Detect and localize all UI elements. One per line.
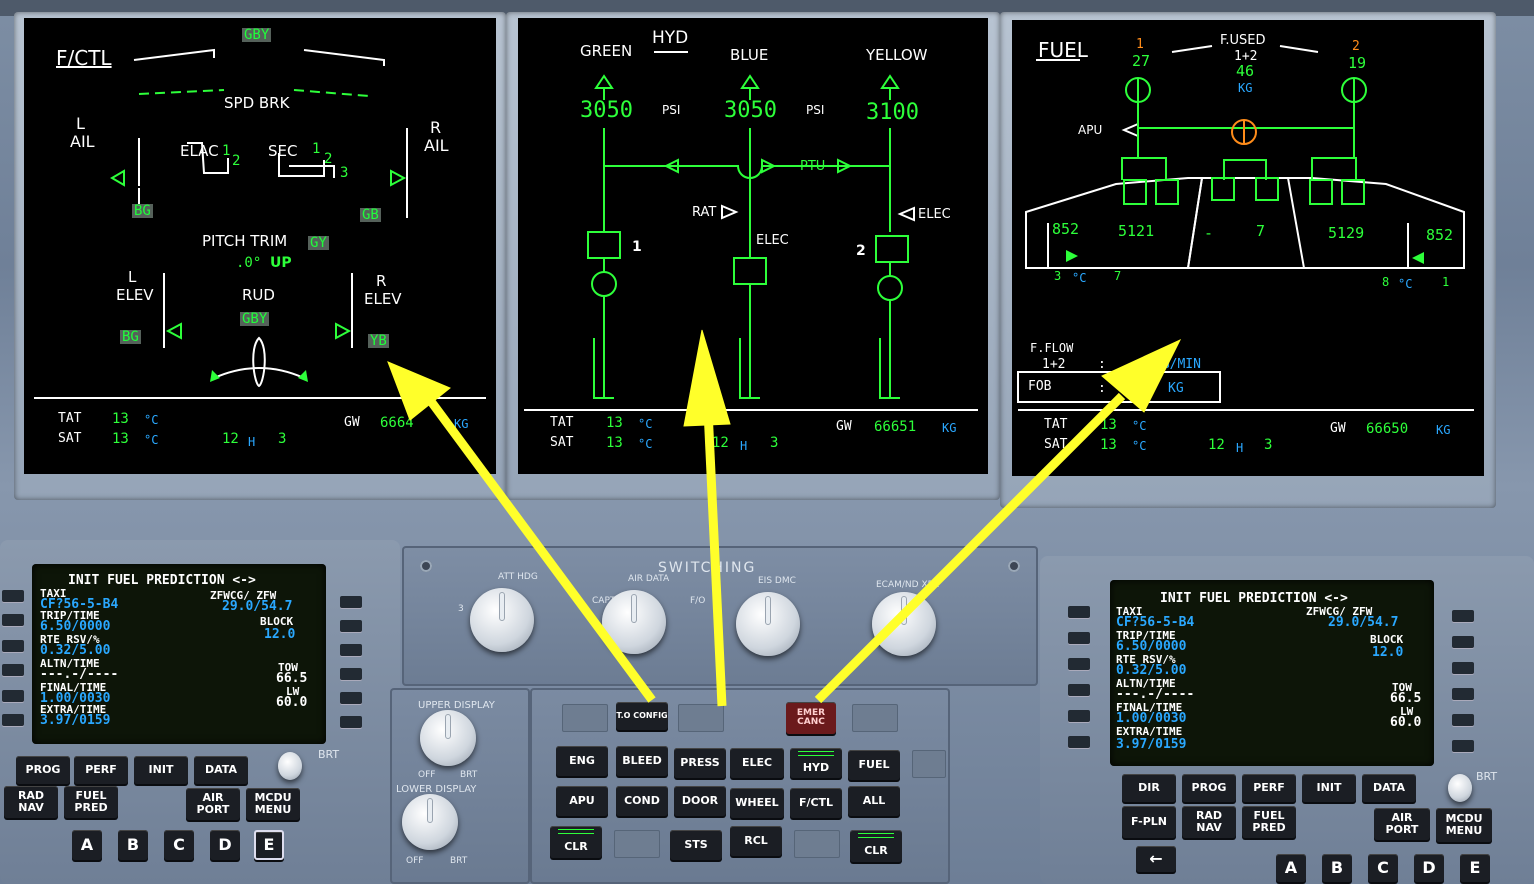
arrow-fuel [814, 392, 1126, 704]
annotation-arrows [387, 329, 1182, 707]
arrow-hyd-head [683, 329, 731, 427]
arrow-fctl [426, 397, 656, 703]
arrow-hyd [703, 409, 727, 707]
